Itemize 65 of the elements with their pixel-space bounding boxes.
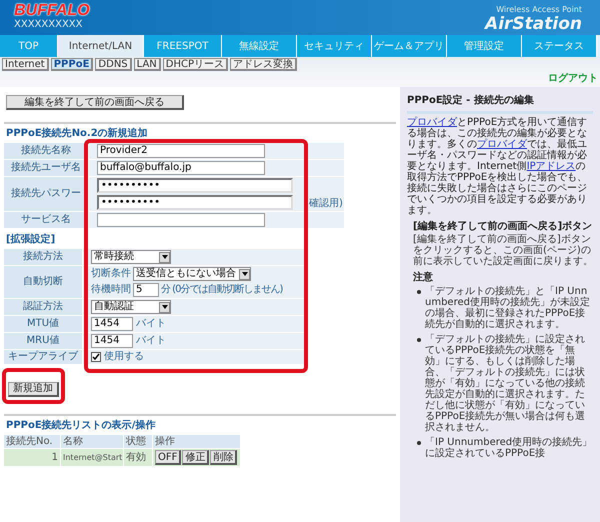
action-button[interactable]: 修正 — [182, 450, 210, 465]
column-header: 状態 — [124, 435, 152, 448]
bullet-icon — [417, 290, 421, 294]
text-field[interactable]: 5 — [133, 283, 159, 297]
bullet-icon — [417, 441, 421, 445]
sub-tab[interactable]: アドレス変換 — [230, 58, 298, 71]
checkbox-label: 使用する — [104, 351, 144, 363]
text-field[interactable] — [97, 213, 265, 227]
sub-tab[interactable]: DDNS — [95, 58, 132, 71]
column-header: 操作 — [153, 435, 240, 448]
product-name: AirStation — [485, 15, 582, 33]
table-cell: Internet@Start — [61, 449, 123, 466]
sub-tab[interactable]: Internet — [2, 58, 49, 71]
help-link[interactable]: プロバイダ — [407, 117, 457, 128]
unit-label: バイト — [136, 335, 166, 347]
brand-logo: BUFFALO — [14, 2, 90, 19]
text-field[interactable]: buffalo@buffalo.jp — [97, 161, 265, 175]
hint-text: 分 (0分では自動切断しません) — [161, 284, 282, 296]
action-button[interactable]: 削除 — [210, 450, 238, 465]
section-title: PPPoE接続先リストの表示/操作 — [6, 420, 156, 432]
field-label: 切断条件 — [91, 268, 131, 280]
text-field[interactable]: 1454 — [91, 317, 133, 331]
help-link[interactable]: プロバイダ — [477, 139, 527, 150]
model-name: XXXXXXXXXX — [14, 19, 84, 30]
table-cell: 有効 — [124, 449, 152, 466]
select-field[interactable]: 常時接続 — [91, 250, 171, 264]
confirm-note: 確認用) — [309, 198, 343, 210]
select-field[interactable]: 送受信ともにない場合 — [133, 267, 251, 281]
password-field[interactable]: •••••••••• — [97, 195, 293, 210]
help-link[interactable]: IPアドレス — [526, 161, 576, 172]
help-title: PPPoE設定 - 接続先の編集 — [407, 95, 535, 107]
note-text: 「IP Unnumbered使用時の接続先」に設定されているPPPoE接 — [425, 437, 593, 459]
text-field[interactable]: 1454 — [91, 334, 133, 348]
table-cell: 1 — [4, 449, 60, 466]
select-field[interactable]: 自動認証 — [91, 300, 171, 314]
sub-tab[interactable]: PPPoE — [50, 58, 94, 71]
note-text: 「デフォルトの接続先」と「IP Unnumbered使用時の接続先」が未設定の場合、最初に登録されたPPPoE接続先が自動的に選択されます。 — [425, 286, 591, 330]
field-label: 自動切断 — [4, 266, 82, 298]
unit-label: バイト — [136, 318, 166, 330]
field-label: MRU値 — [4, 333, 82, 349]
field-label: 待機時間 — [91, 284, 131, 296]
section-title: [拡張設定] — [6, 234, 56, 246]
text-field[interactable]: Provider2 — [97, 144, 265, 158]
help-heading: 注意 — [413, 272, 434, 283]
checkbox[interactable] — [91, 352, 101, 362]
password-field[interactable]: •••••••••• — [97, 178, 293, 193]
field-label: 接続方法 — [4, 249, 82, 265]
field-label: キープアライブ — [4, 350, 82, 364]
column-header: 名称 — [61, 435, 123, 448]
help-paragraph: プロバイダとPPPoE方式を用いて通信する場合は、この接続先の編集が必要となります。多くのプロバイダでは、最低ユーザ名・パスワードなどの認証情報が必要となります。Internet側IPアドレスの取得方法でPPPoEを検出した場合でも、接続に失敗した場合はさらにこのページでいくつかの項目を設定する必要があります。 — [407, 117, 588, 216]
section-title: PPPoE接続先No.2の新規追加 — [6, 128, 149, 140]
help-heading: [編集を終了して前の画面へ戻る]ボタン — [413, 221, 593, 232]
bullet-icon — [417, 338, 421, 342]
column-header: 接続先No. — [4, 435, 60, 448]
sub-tab[interactable]: LAN — [134, 58, 161, 71]
field-label: 認証方法 — [4, 299, 82, 315]
sub-tab[interactable]: DHCPリース — [162, 58, 228, 71]
field-label: MTU値 — [4, 316, 82, 332]
action-button[interactable]: OFF — [155, 450, 182, 465]
help-description: [編集を終了して前の画面へ戻る]ボタンをクリックすると、この画面(ページ)の前に表示していた設定画面に戻ります。 — [413, 234, 593, 267]
add-button[interactable]: 新規追加 — [8, 382, 59, 396]
nav-tab[interactable]: Internet/LAN — [58, 35, 144, 57]
back-button[interactable]: 編集を終了して前の画面へ戻る — [6, 95, 184, 110]
note-text: 「デフォルトの接続先」に設定されているPPPoE接続先の状態を「無効」にする、もしくは削除した場合、「デフォルトの接続先」には状態が「有効」になっている他の接続先設定が自動的に選択されます。ただし他に状態が「有効」になっているPPPoE接続先が無い場合は何も選択されません。 — [425, 334, 586, 433]
product-subtitle: Wireless Access Point — [496, 5, 582, 15]
